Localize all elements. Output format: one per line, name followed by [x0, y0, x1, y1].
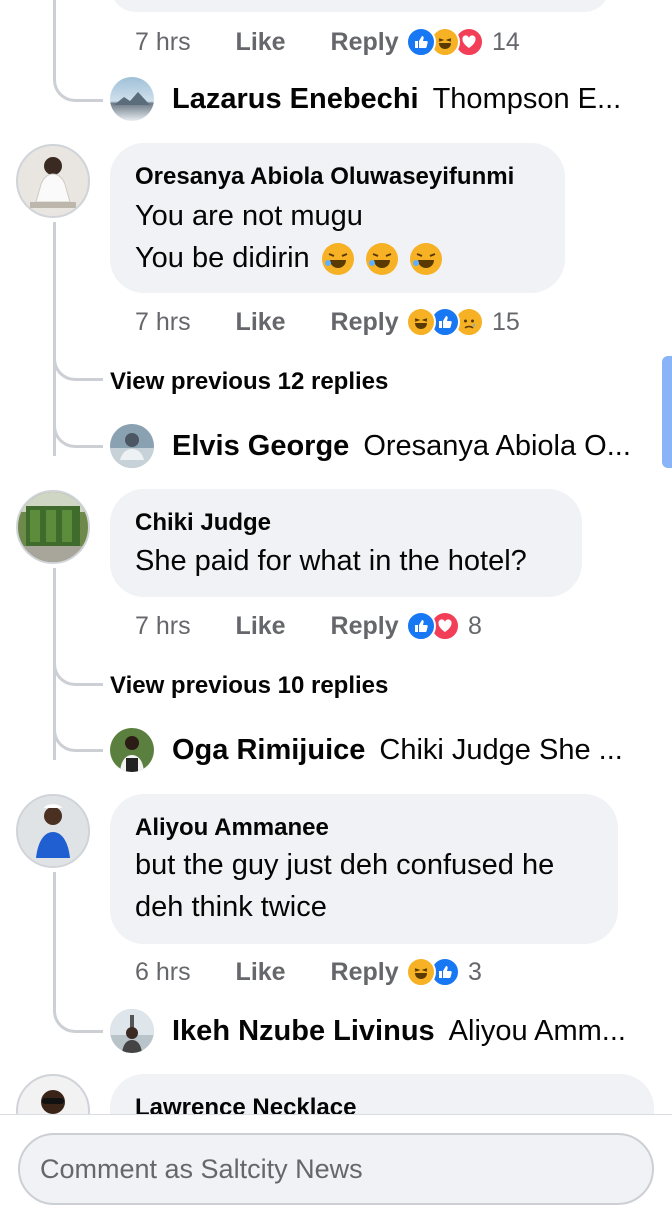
avatar[interactable] [110, 1009, 154, 1053]
reaction-count: 8 [468, 611, 482, 640]
reply-preview: Thompson E... [432, 82, 622, 115]
thread-connector [53, 412, 103, 448]
comment-author[interactable]: Oresanya Abiola Oluwaseyifunmi [135, 163, 514, 191]
reply-link[interactable]: Reply [331, 958, 399, 987]
comment-text-line: You be didirin [135, 237, 442, 279]
reply-author[interactable]: Oga Rimijuice [172, 734, 365, 767]
avatar[interactable] [110, 424, 154, 468]
latest-reply-row[interactable]: Lazarus Enebechi Thompson E... [110, 74, 621, 124]
avatar[interactable] [16, 794, 90, 868]
comment-author[interactable]: Aliyou Ammanee [135, 814, 329, 842]
comment-time[interactable]: 7 hrs [135, 612, 191, 641]
comment-time[interactable]: 7 hrs [135, 308, 191, 337]
latest-reply-row[interactable]: Elvis George Oresanya Abiola O... [110, 421, 631, 471]
haha-icon [406, 307, 436, 337]
like-link[interactable]: Like [236, 308, 286, 337]
comment-meta: 7 hrs Like Reply [135, 308, 399, 337]
reaction-summary[interactable]: 8 [406, 611, 482, 641]
reaction-summary[interactable]: 3 [406, 957, 482, 987]
haha-icon [406, 957, 436, 987]
thread-connector [53, 716, 103, 752]
like-link[interactable]: Like [236, 612, 286, 641]
avatar[interactable] [110, 728, 154, 772]
reply-author[interactable]: Ikeh Nzube Livinus [172, 1015, 435, 1048]
comment-bubble[interactable]: Oresanya Abiola Oluwaseyifunmi You are n… [110, 143, 565, 293]
comment-text-line: deh think twice [135, 891, 327, 923]
reaction-summary[interactable]: 14 [406, 27, 520, 57]
thread-connector [53, 345, 103, 381]
like-link[interactable]: Like [236, 28, 286, 57]
rolling-laughing-emoji [409, 243, 442, 276]
thread-line [53, 0, 56, 70]
reply-link[interactable]: Reply [331, 612, 399, 641]
comment-meta: 6 hrs Like Reply [135, 958, 399, 987]
view-previous-replies[interactable]: View previous 10 replies [110, 672, 388, 700]
latest-reply-row[interactable]: Ikeh Nzube Livinus Aliyou Amm... [110, 1006, 626, 1056]
comment-meta: 7 hrs Like Reply [135, 28, 399, 57]
previous-comment-bubble-bottom [110, 0, 610, 12]
comment-meta: 7 hrs Like Reply [135, 612, 399, 641]
reaction-count: 15 [492, 307, 520, 336]
comment-bubble[interactable]: Chiki Judge She paid for what in the hot… [110, 489, 582, 597]
reply-link[interactable]: Reply [331, 28, 399, 57]
reaction-summary[interactable]: 15 [406, 307, 520, 337]
comment-text-line: She paid for what in the hotel? [135, 545, 527, 577]
like-icon [406, 27, 436, 57]
rolling-laughing-emoji [365, 243, 398, 276]
comment-text-line: You are not mugu [135, 200, 363, 232]
comment-time[interactable]: 7 hrs [135, 28, 191, 57]
latest-reply-row[interactable]: Oga Rimijuice Chiki Judge She ... [110, 725, 623, 775]
comment-bubble[interactable]: Aliyou Ammanee but the guy just deh conf… [110, 794, 618, 944]
comment-text-line: but the guy just deh confused he [135, 849, 555, 881]
comment-input[interactable] [18, 1133, 654, 1205]
reply-preview: Aliyou Amm... [448, 1014, 626, 1047]
reply-link[interactable]: Reply [331, 308, 399, 337]
comment-time[interactable]: 6 hrs [135, 958, 191, 987]
reply-author[interactable]: Elvis George [172, 430, 349, 463]
thread-connector [53, 650, 103, 686]
thread-line [53, 872, 56, 1012]
reply-preview: Oresanya Abiola O... [363, 429, 631, 462]
like-icon [406, 611, 436, 641]
reply-preview: Chiki Judge She ... [379, 733, 623, 766]
avatar[interactable] [110, 77, 154, 121]
rolling-laughing-emoji [321, 243, 354, 276]
like-link[interactable]: Like [236, 958, 286, 987]
reaction-count: 14 [492, 27, 520, 56]
view-previous-replies[interactable]: View previous 12 replies [110, 368, 388, 396]
avatar[interactable] [16, 144, 90, 218]
thread-connector [53, 66, 103, 102]
comment-text: You be didirin [135, 242, 310, 274]
reply-author[interactable]: Lazarus Enebechi [172, 83, 419, 116]
comment-author[interactable]: Chiki Judge [135, 509, 271, 537]
scrollbar[interactable] [662, 356, 672, 468]
reaction-count: 3 [468, 957, 482, 986]
avatar[interactable] [16, 490, 90, 564]
comment-composer [0, 1114, 672, 1209]
thread-connector [53, 997, 103, 1033]
